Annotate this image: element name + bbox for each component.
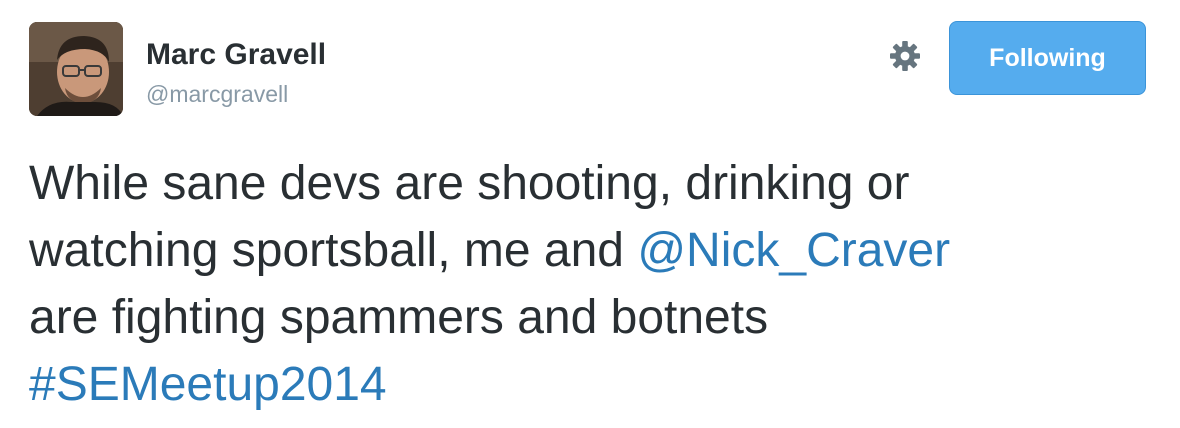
tweet-text: While sane devs are shooting, drinking o… <box>29 150 1149 418</box>
avatar-image <box>29 22 123 116</box>
tweet-line-3: are fighting spammers and botnets <box>29 291 769 344</box>
tweet-line-1: While sane devs are shooting, drinking o… <box>29 157 910 210</box>
user-name[interactable]: Marc Gravell <box>146 37 326 73</box>
tweet-line-2-text: watching sportsball, me and <box>29 224 638 277</box>
avatar[interactable] <box>29 22 123 116</box>
tweet-line-4: #SEMeetup2014 <box>29 351 1149 418</box>
mention-link[interactable]: @Nick_Craver <box>637 224 950 277</box>
tweet-line-2: watching sportsball, me and @Nick_Craver <box>29 217 1149 284</box>
hashtag-link[interactable]: #SEMeetup2014 <box>29 358 387 411</box>
gear-icon[interactable] <box>888 39 922 73</box>
following-button[interactable]: Following <box>949 21 1146 95</box>
user-handle[interactable]: @marcgravell <box>146 80 288 108</box>
tweet-card: Marc Gravell @marcgravell Following Whil… <box>0 0 1180 428</box>
gear-icon-graphic <box>890 41 920 71</box>
